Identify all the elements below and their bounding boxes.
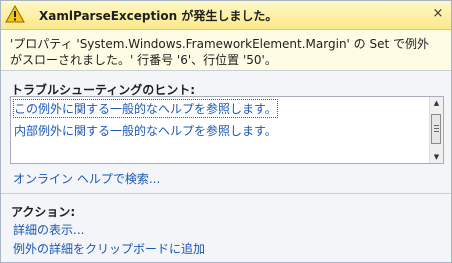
view-details-link[interactable]: 詳細の表示...: [13, 221, 84, 238]
troubleshooting-tips-list: この例外に関する一般的なヘルプを参照します。 内部例外に関する一般的なヘルプを参…: [10, 96, 444, 164]
message-line-2: がスローされました。' 行番号 '6'、行位置 '50'。: [10, 53, 277, 67]
exception-message: 'プロパティ 'System.Windows.FrameworkElement.…: [1, 30, 451, 71]
divider: [1, 193, 451, 194]
exception-assistant-dialog: XamlParseException が発生しました。 × 'プロパティ 'Sy…: [0, 0, 452, 263]
online-help-link[interactable]: オンライン ヘルプで検索...: [13, 170, 160, 187]
troubleshooting-tip-1[interactable]: この例外に関する一般的なヘルプを参照します。: [13, 99, 278, 118]
exception-title: XamlParseException が発生しました。: [39, 9, 278, 23]
close-icon[interactable]: ×: [431, 7, 445, 21]
title-bar: XamlParseException が発生しました。 ×: [1, 1, 451, 30]
actions-header: アクション:: [11, 205, 76, 219]
message-line-1: 'プロパティ 'System.Windows.FrameworkElement.…: [10, 37, 429, 51]
warning-icon: [5, 5, 25, 23]
copy-to-clipboard-link[interactable]: 例外の詳細をクリップボードに追加: [13, 240, 205, 257]
tips-scrollbar[interactable]: ▲ ▼: [429, 97, 443, 163]
scroll-up-icon[interactable]: ▲: [430, 97, 443, 109]
troubleshooting-tip-2[interactable]: 内部例外に関する一般的なヘルプを参照します。: [14, 122, 277, 139]
scroll-thumb[interactable]: [431, 114, 441, 144]
scroll-down-icon[interactable]: ▼: [430, 151, 443, 163]
